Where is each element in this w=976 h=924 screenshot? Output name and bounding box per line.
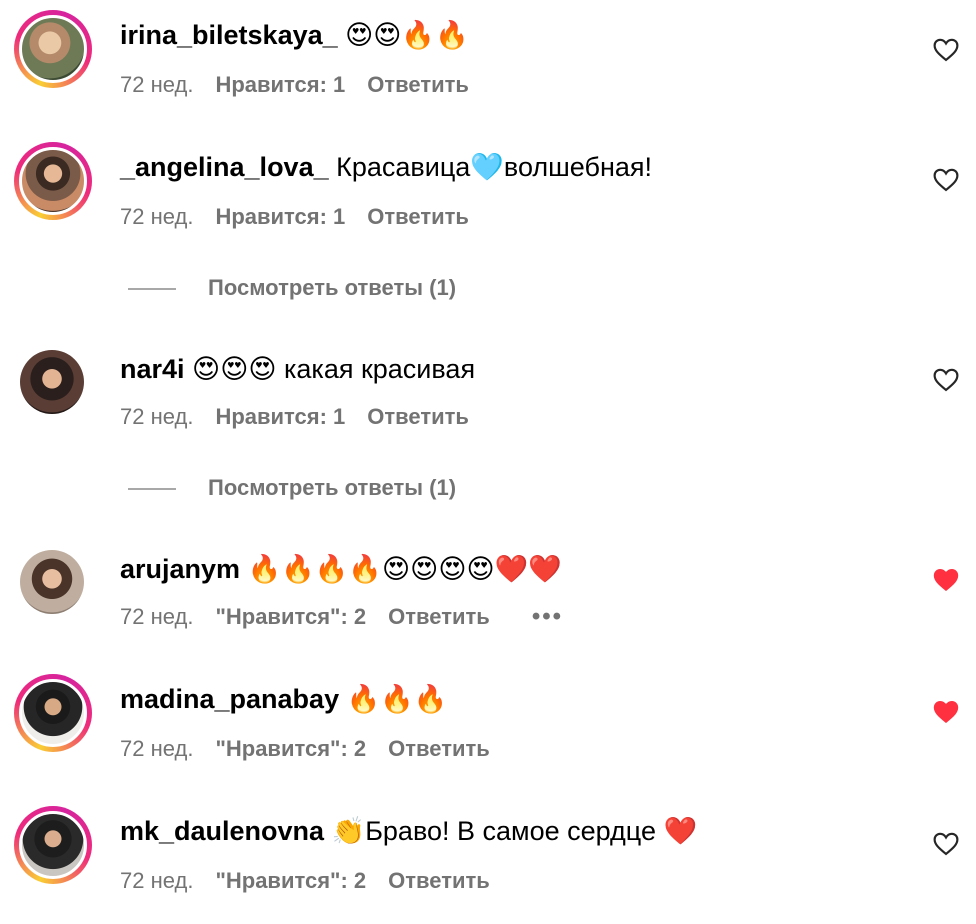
- comment-item: nar4i 😍😍😍 какая красивая 72 нед. Нравится…: [0, 348, 976, 448]
- comment-likes[interactable]: Нравится: 1: [215, 72, 345, 97]
- comment-meta: 72 нед. "Нравится": 2 Ответить: [120, 867, 490, 895]
- comment-item: arujanym 🔥🔥🔥🔥😍😍😍😍❤️❤️ 72 нед. "Нравится":…: [0, 548, 976, 648]
- comment-text-line: madina_panabay 🔥🔥🔥: [120, 682, 447, 716]
- comment-text-line: arujanym 🔥🔥🔥🔥😍😍😍😍❤️❤️: [120, 552, 562, 586]
- comment-text-line: nar4i 😍😍😍 какая красивая: [120, 352, 475, 386]
- comment-body: 🔥🔥🔥: [339, 684, 448, 714]
- reply-button[interactable]: Ответить: [388, 604, 490, 629]
- view-replies-label[interactable]: Посмотреть ответы (1): [208, 274, 456, 302]
- view-replies-label[interactable]: Посмотреть ответы (1): [208, 474, 456, 502]
- comments-list: irina_biletskaya_ 😍😍🔥🔥 72 нед. Нравится: …: [0, 0, 976, 924]
- comment-item: _angelina_lova_ Красавица🩵волшебная! 72 …: [0, 142, 976, 242]
- heart-outline-icon[interactable]: [933, 368, 959, 392]
- comment-item: mk_daulenovna 👏Браво! В самое сердце ❤️ …: [0, 806, 976, 906]
- heart-filled-icon[interactable]: [933, 700, 959, 724]
- replies-divider: [128, 488, 176, 490]
- comment-username[interactable]: _angelina_lova_: [120, 152, 329, 182]
- comment-item: irina_biletskaya_ 😍😍🔥🔥 72 нед. Нравится: …: [0, 10, 976, 110]
- comment-likes[interactable]: "Нравится": 2: [215, 604, 366, 629]
- comment-body: 🔥🔥🔥🔥😍😍😍😍❤️❤️: [240, 554, 562, 584]
- heart-outline-icon[interactable]: [933, 38, 959, 62]
- story-ring-avatar[interactable]: [14, 10, 92, 88]
- avatar[interactable]: [20, 350, 84, 414]
- reply-button[interactable]: Ответить: [367, 404, 469, 429]
- comment-body: 😍😍🔥🔥: [337, 20, 469, 50]
- avatar: [19, 679, 87, 747]
- replies-divider: [128, 288, 176, 290]
- reply-button[interactable]: Ответить: [388, 736, 490, 761]
- comment-time[interactable]: 72 нед.: [120, 204, 193, 229]
- comment-item: madina_panabay 🔥🔥🔥 72 нед. "Нравится": 2 О…: [0, 674, 976, 774]
- comment-username[interactable]: mk_daulenovna: [120, 816, 324, 846]
- comment-time[interactable]: 72 нед.: [120, 604, 193, 629]
- comment-username[interactable]: arujanym: [120, 554, 240, 584]
- heart-outline-icon[interactable]: [933, 832, 959, 856]
- more-dots-icon[interactable]: •••: [532, 603, 563, 630]
- story-ring-avatar[interactable]: [14, 142, 92, 220]
- heart-outline-icon[interactable]: [933, 168, 959, 192]
- reply-button[interactable]: Ответить: [367, 204, 469, 229]
- reply-button[interactable]: Ответить: [388, 868, 490, 893]
- avatar: [19, 15, 87, 83]
- comment-username[interactable]: nar4i: [120, 354, 185, 384]
- heart-filled-icon[interactable]: [933, 568, 959, 592]
- comment-time[interactable]: 72 нед.: [120, 404, 193, 429]
- comment-likes[interactable]: "Нравится": 2: [215, 868, 366, 893]
- comment-username[interactable]: irina_biletskaya_: [120, 20, 338, 50]
- comment-text-line: mk_daulenovna 👏Браво! В самое сердце ❤️: [120, 814, 697, 848]
- comment-meta: 72 нед. Нравится: 1 Ответить: [120, 203, 469, 231]
- reply-button[interactable]: Ответить: [367, 72, 469, 97]
- comment-likes[interactable]: Нравится: 1: [215, 204, 345, 229]
- comment-time[interactable]: 72 нед.: [120, 868, 193, 893]
- comment-time[interactable]: 72 нед.: [120, 72, 193, 97]
- comment-body: Красавица🩵волшебная!: [328, 152, 653, 182]
- story-ring-avatar[interactable]: [14, 674, 92, 752]
- comment-meta: 72 нед. "Нравится": 2 Ответить: [120, 735, 490, 763]
- comment-meta: 72 нед. Нравится: 1 Ответить: [120, 71, 469, 99]
- comment-body: 😍😍😍 какая красивая: [184, 354, 476, 384]
- comment-meta: 72 нед. "Нравится": 2 Ответить •••: [120, 603, 563, 631]
- comment-text-line: irina_biletskaya_ 😍😍🔥🔥: [120, 18, 469, 52]
- comment-body: 👏Браво! В самое сердце ❤️: [324, 816, 698, 846]
- avatar[interactable]: [20, 550, 84, 614]
- comment-meta: 72 нед. Нравится: 1 Ответить: [120, 403, 469, 431]
- avatar: [19, 147, 87, 215]
- comment-likes[interactable]: Нравится: 1: [215, 404, 345, 429]
- story-ring-avatar[interactable]: [14, 806, 92, 884]
- comment-username[interactable]: madina_panabay: [120, 684, 339, 714]
- comment-likes[interactable]: "Нравится": 2: [215, 736, 366, 761]
- comment-time[interactable]: 72 нед.: [120, 736, 193, 761]
- avatar: [19, 811, 87, 879]
- comment-text-line: _angelina_lova_ Красавица🩵волшебная!: [120, 150, 652, 184]
